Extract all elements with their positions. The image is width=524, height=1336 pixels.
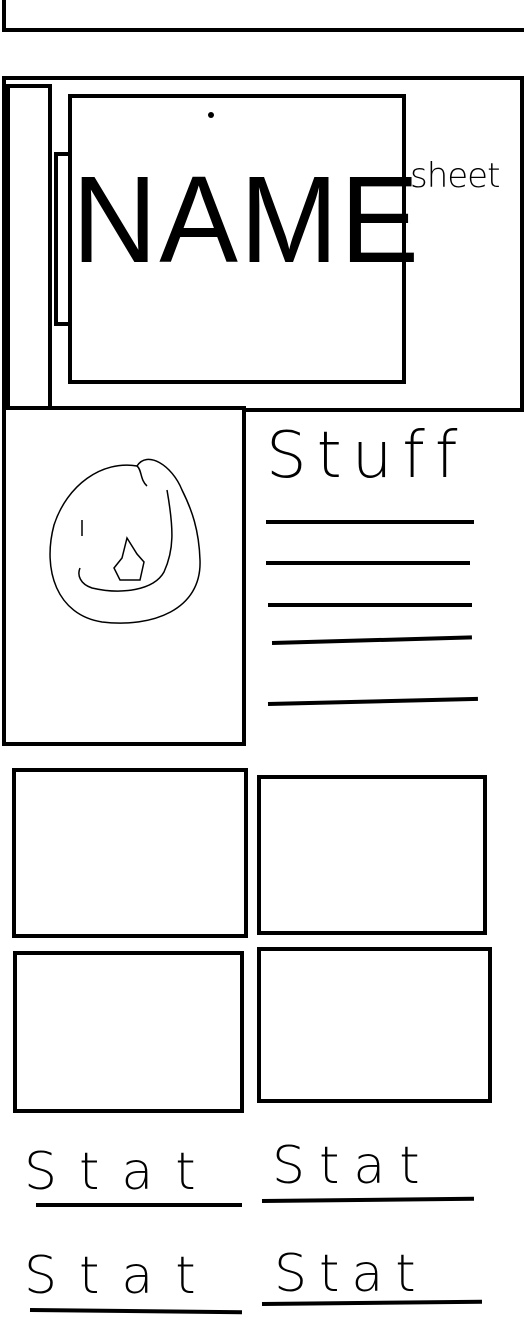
stat-label: Stat — [24, 1142, 218, 1202]
sheet-label: sheet — [410, 156, 500, 196]
stuff-line — [267, 696, 478, 706]
stuff-line — [271, 635, 472, 645]
stat-label: Stat — [24, 1246, 218, 1306]
stat-label: Stat — [272, 1136, 434, 1196]
stuff-line — [268, 603, 472, 607]
stat-line — [261, 1196, 475, 1203]
flame-icon — [49, 458, 201, 624]
stuff-line — [266, 561, 470, 565]
stat-box[interactable] — [257, 775, 487, 935]
stat-line — [29, 1308, 243, 1315]
stat-box[interactable] — [257, 947, 492, 1103]
name-box[interactable]: NAME — [68, 94, 421, 384]
stuff-line — [266, 520, 474, 524]
stat-box[interactable] — [13, 951, 244, 1113]
stat-label: Stat — [274, 1244, 428, 1304]
stuff-heading: Stuff — [266, 419, 468, 493]
stat-box[interactable] — [12, 768, 248, 938]
name-dot — [208, 112, 214, 118]
stat-line — [36, 1203, 242, 1207]
top-banner — [2, 0, 524, 32]
portrait-box[interactable] — [2, 406, 246, 746]
sidebar-spine — [6, 84, 52, 410]
character-name: NAME — [72, 150, 421, 290]
